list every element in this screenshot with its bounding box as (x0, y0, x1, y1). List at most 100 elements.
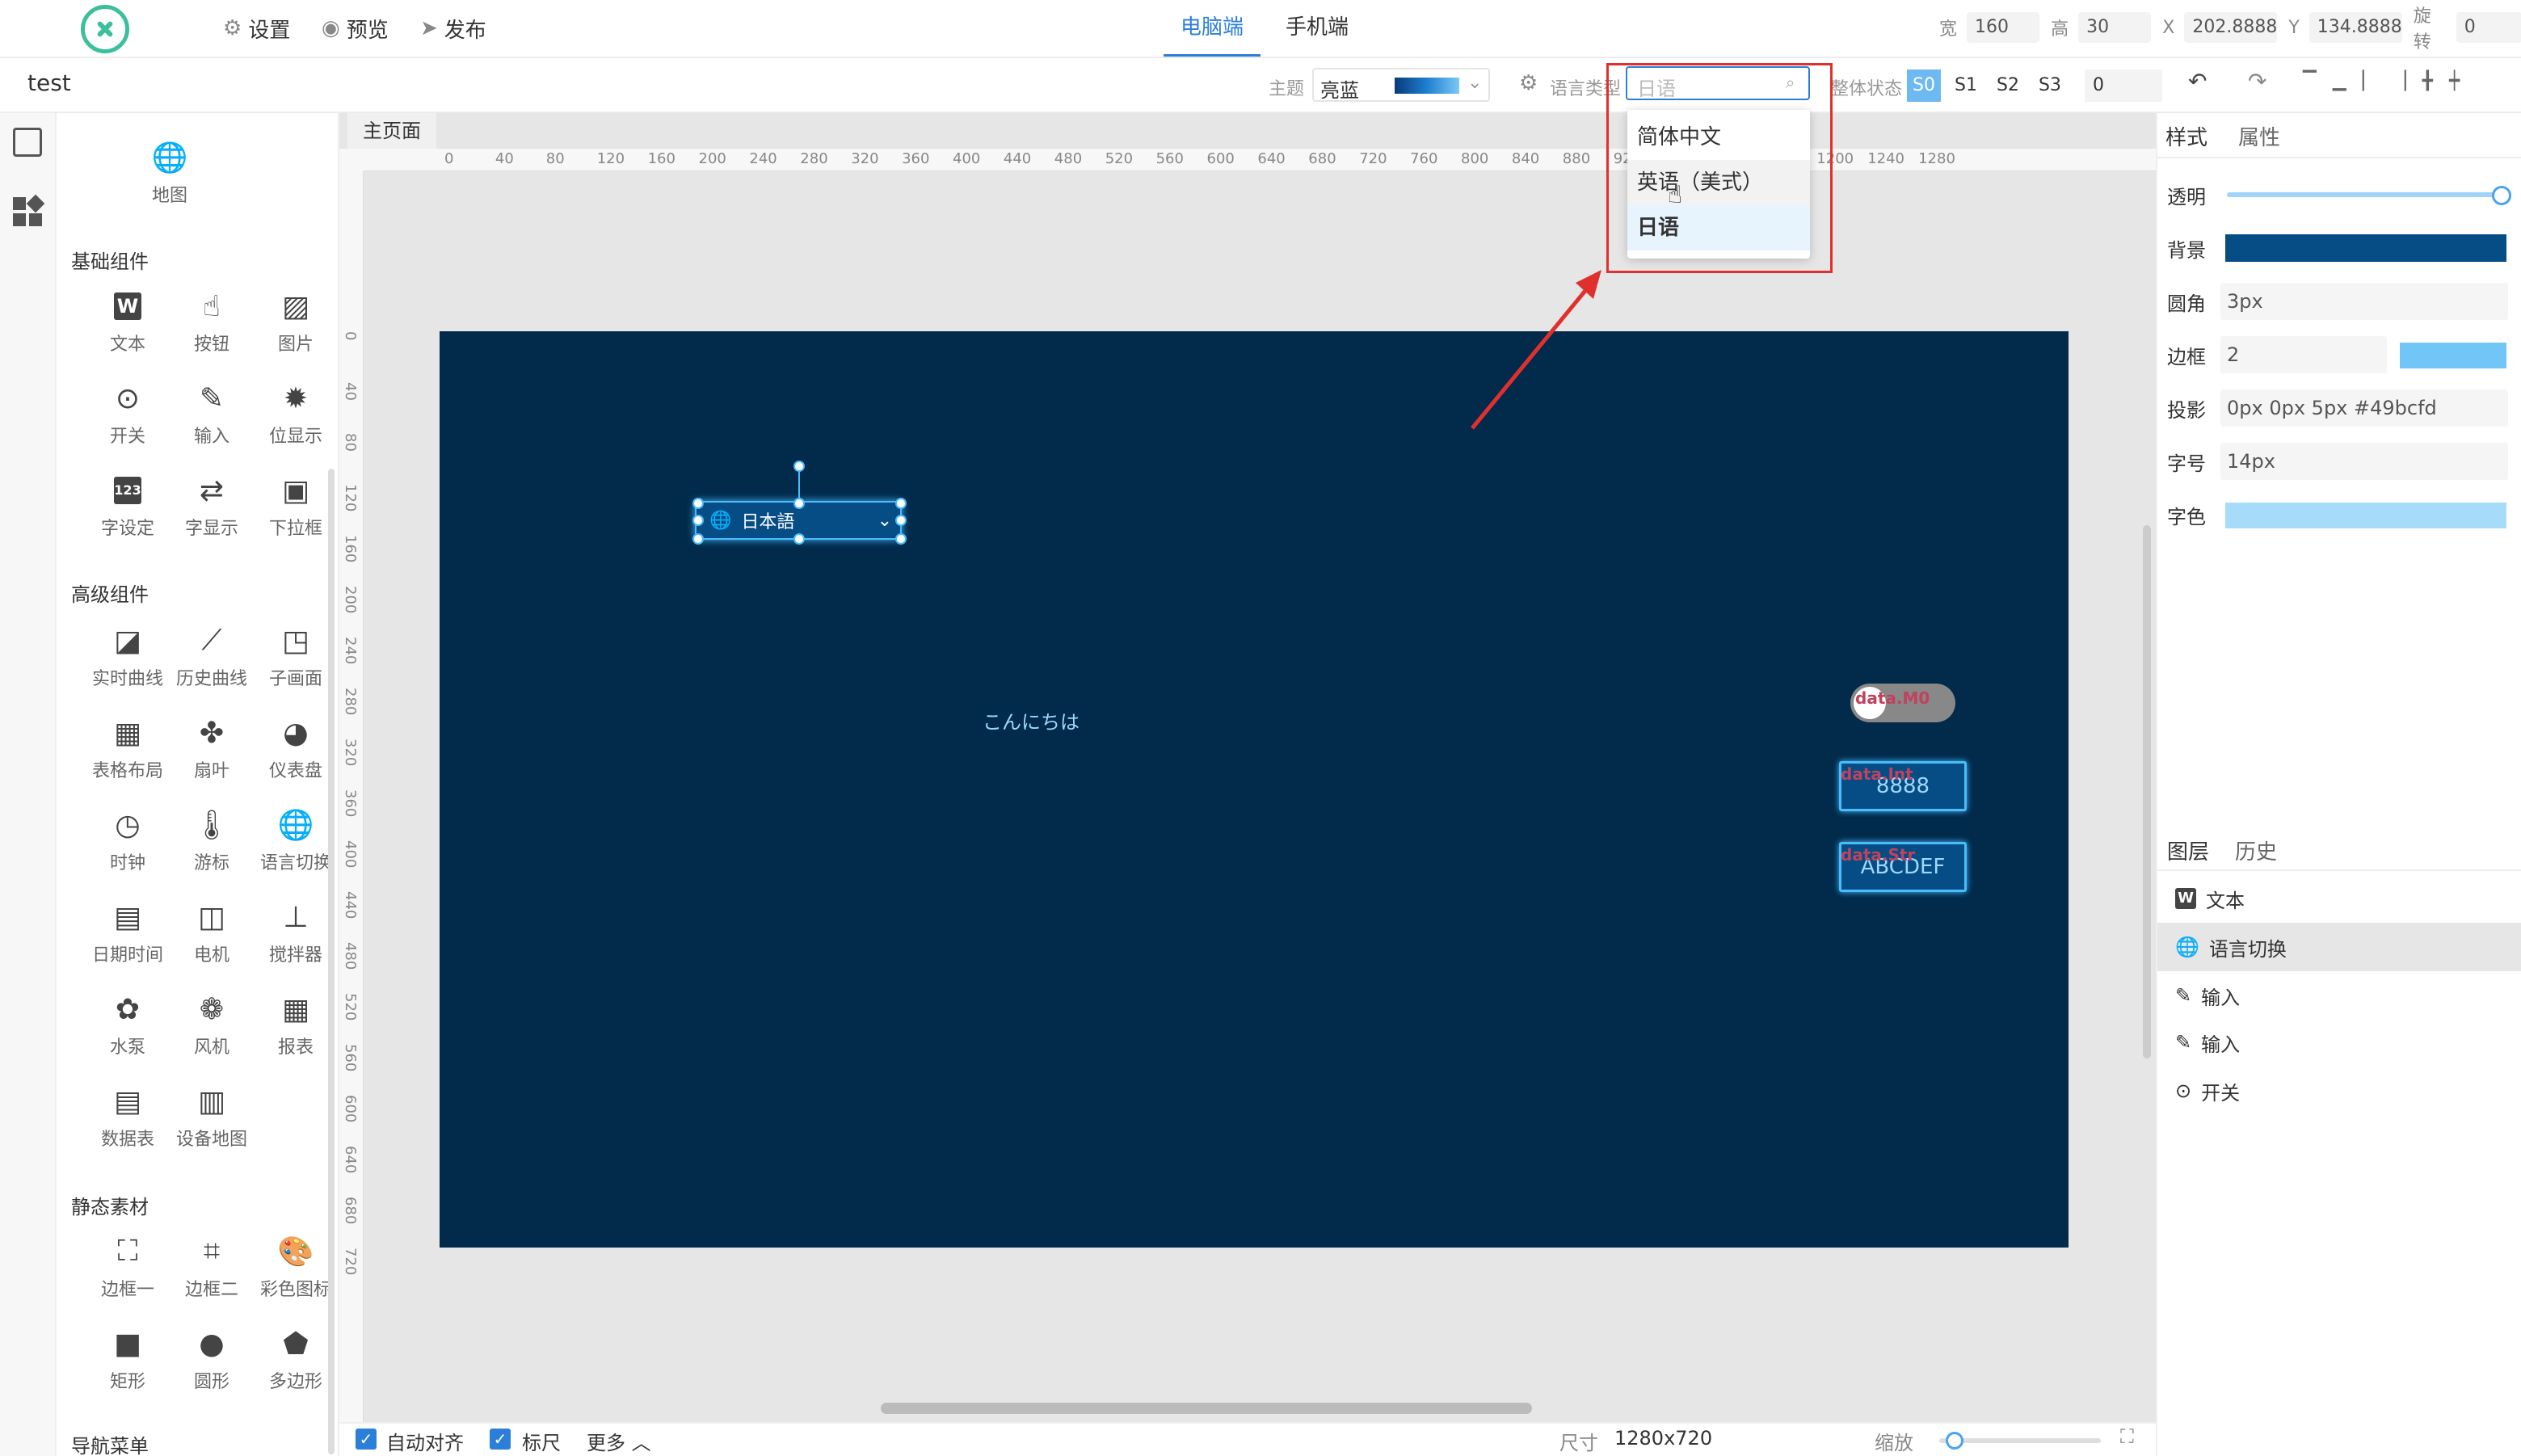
state-s1-button[interactable]: S1 (1949, 69, 1983, 102)
height-input[interactable]: 30 (2078, 12, 2152, 43)
tab-mobile[interactable]: 手机端 (1269, 10, 1366, 57)
ruler-checkbox[interactable]: ✓ (490, 1429, 511, 1450)
design-stage[interactable] (440, 331, 2069, 1248)
component-history-curve[interactable]: ⟋ 历史曲线 (170, 621, 254, 690)
shadow-input[interactable]: 0px 0px 5px #49bcfd (2220, 389, 2508, 427)
rotate-input[interactable]: 0 (2456, 12, 2521, 43)
component-word-setting[interactable]: 123 字设定 (86, 470, 170, 540)
theme-select[interactable]: 亮蓝 ⌄ (1312, 68, 1490, 102)
component-text[interactable]: W 文本 (86, 286, 170, 356)
component-map[interactable]: 🌐 地图 (128, 137, 212, 207)
state-input[interactable]: 0 (2085, 69, 2162, 102)
opacity-slider[interactable] (2227, 192, 2502, 197)
border-width-input[interactable]: 2 (2220, 336, 2387, 373)
component-image[interactable]: ▨ 图片 (254, 286, 338, 356)
layer-item[interactable]: ✎ 输入 (2157, 1018, 2521, 1067)
component-datetime[interactable]: ▤ 日期时间 (86, 897, 170, 966)
resize-handle-b[interactable] (793, 533, 805, 545)
component-border-one[interactable]: ⛶ 边框一 (86, 1231, 170, 1301)
width-input[interactable]: 160 (1967, 12, 2040, 43)
component-fan-blade[interactable]: ✤ 扇叶 (170, 713, 254, 782)
align-top-icon[interactable]: ▔ (2303, 71, 2317, 91)
tab-pc[interactable]: 电脑端 (1164, 10, 1260, 57)
component-cursor[interactable]: 🌡 游标 (170, 805, 254, 874)
tab-style[interactable]: 样式 (2165, 121, 2207, 151)
component-border-two[interactable]: ⌗ 边框二 (170, 1231, 254, 1301)
y-input[interactable]: 134.8888 (2308, 12, 2402, 43)
tab-attributes[interactable]: 属性 (2238, 121, 2280, 151)
fit-screen-icon[interactable]: ⛶ (2120, 1425, 2134, 1448)
align-bottom-icon[interactable]: ▁ (2333, 71, 2346, 91)
opacity-slider-handle[interactable] (2492, 186, 2511, 205)
font-color-swatch[interactable] (2225, 503, 2506, 528)
component-gauge[interactable]: ◕ 仪表盘 (254, 713, 338, 782)
tab-layers[interactable]: 图层 (2167, 835, 2209, 865)
component-color-icon[interactable]: 🎨 彩色图标 (254, 1231, 338, 1301)
x-input[interactable]: 202.8888 (2184, 12, 2278, 43)
component-dropdown[interactable]: ▣ 下拉框 (254, 470, 338, 540)
component-realtime-curve[interactable]: ◪ 实时曲线 (86, 621, 170, 690)
pages-icon[interactable] (13, 128, 42, 157)
layer-item[interactable]: ⊙ 开关 (2157, 1067, 2521, 1115)
panel-scrollbar[interactable] (328, 469, 335, 1454)
resize-handle-r[interactable] (895, 515, 907, 526)
align-left-icon[interactable]: ▏ (2363, 71, 2376, 91)
settings-button[interactable]: ⚙ 设置 (223, 11, 290, 45)
background-color-swatch[interactable] (2225, 234, 2506, 262)
component-input[interactable]: ✎ 输入 (170, 378, 254, 448)
preview-button[interactable]: ◉ 预览 (322, 11, 389, 45)
state-s2-button[interactable]: S2 (1991, 69, 2025, 102)
component-button[interactable]: ☝ 按钮 (170, 286, 254, 356)
rotate-handle[interactable] (793, 461, 805, 472)
component-word-display[interactable]: ⇄ 字显示 (170, 470, 254, 540)
resize-handle-tr[interactable] (895, 498, 907, 509)
border-color-swatch[interactable] (2400, 343, 2506, 368)
component-motor[interactable]: ◫ 电机 (170, 897, 254, 966)
font-size-input[interactable]: 14px (2220, 443, 2508, 480)
component-rectangle[interactable]: ■ 矩形 (86, 1323, 170, 1393)
resize-handle-bl[interactable] (692, 533, 704, 545)
tab-history[interactable]: 历史 (2235, 835, 2277, 865)
redo-icon[interactable]: ↷ (2248, 68, 2266, 95)
components-icon[interactable] (13, 194, 45, 228)
component-switch[interactable]: ⊙ 开关 (86, 378, 170, 448)
resize-handle-l[interactable] (692, 515, 704, 526)
component-pump[interactable]: ✿ 水泵 (86, 989, 170, 1058)
auto-align-checkbox[interactable]: ✓ (356, 1429, 377, 1450)
zoom-slider[interactable] (1939, 1438, 2101, 1443)
zoom-slider-handle[interactable] (1946, 1432, 1963, 1450)
component-subscreen[interactable]: ◳ 子画面 (254, 621, 338, 690)
align-right-icon[interactable]: ▕ (2393, 71, 2406, 91)
component-clock[interactable]: ◷ 时钟 (86, 805, 170, 874)
align-hcenter-icon[interactable]: ╋ (2422, 71, 2433, 91)
tab-main-page[interactable]: 主页面 (347, 113, 436, 149)
component-blower[interactable]: ❁ 风机 (170, 989, 254, 1058)
state-s3-button[interactable]: S3 (2033, 69, 2067, 102)
more-button[interactable]: 更多 ︿ (587, 1427, 651, 1455)
radius-input[interactable]: 3px (2220, 283, 2508, 320)
canvas-v-scrollbar[interactable] (2143, 525, 2151, 1058)
resize-handle-t[interactable] (793, 498, 805, 509)
component-polygon[interactable]: ⬟ 多边形 (254, 1323, 338, 1393)
component-circle[interactable]: ● 圆形 (170, 1323, 254, 1393)
component-language-switch[interactable]: 🌐 语言切换 (254, 805, 338, 874)
resize-handle-tl[interactable] (692, 498, 704, 509)
component-data-table[interactable]: ▤ 数据表 (86, 1081, 170, 1151)
component-report[interactable]: ▦ 报表 (254, 989, 338, 1058)
resize-handle-br[interactable] (895, 533, 907, 545)
component-table-layout[interactable]: ▦ 表格布局 (86, 713, 170, 782)
gear-icon[interactable]: ⚙ (1519, 71, 1538, 95)
component-device-map[interactable]: ▥ 设备地图 (170, 1081, 254, 1151)
canvas-h-scrollbar[interactable] (881, 1403, 1532, 1414)
component-bit-display[interactable]: ✹ 位显示 (254, 378, 338, 448)
undo-icon[interactable]: ↶ (2188, 68, 2207, 95)
publish-button[interactable]: ➤ 发布 (420, 11, 486, 45)
layer-item[interactable]: 🌐 语言切换 (2157, 923, 2521, 971)
text-widget[interactable]: こんにちは (983, 706, 1080, 734)
align-vcenter-icon[interactable]: ┿ (2449, 71, 2460, 91)
layer-item[interactable]: ✎ 输入 (2157, 971, 2521, 1020)
component-mixer[interactable]: ⊥ 搅拌器 (254, 897, 338, 966)
logo-icon[interactable] (81, 5, 129, 53)
layer-item[interactable]: W 文本 (2157, 874, 2521, 923)
state-s0-button[interactable]: S0 (1907, 69, 1941, 102)
